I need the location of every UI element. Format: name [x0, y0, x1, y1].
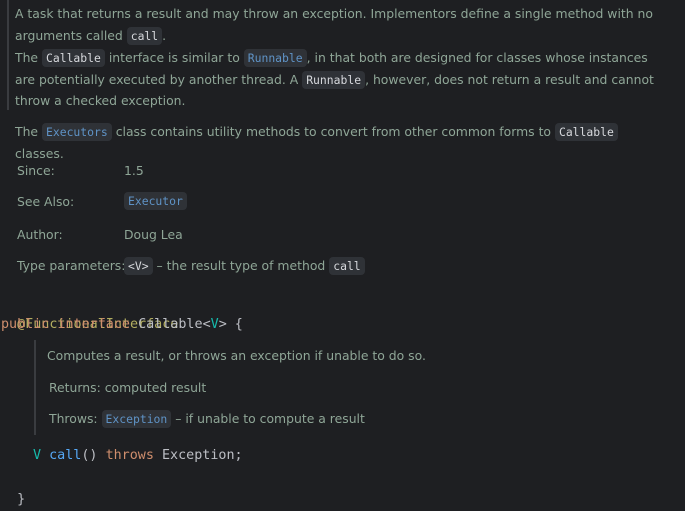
- code-chip-runnable: Runnable: [302, 70, 366, 89]
- code-method-declaration: V call() throws Exception;: [33, 448, 243, 463]
- code-interface-declaration: public interface Callable<V> {: [1, 317, 243, 332]
- link-executors[interactable]: Executors: [42, 123, 112, 141]
- link-runnable[interactable]: Runnable: [243, 49, 307, 67]
- throws-row: Throws: Exception – if unable to compute…: [49, 410, 365, 428]
- returns-row: Returns: computed result: [49, 380, 207, 395]
- link-exception[interactable]: Exception: [101, 410, 172, 428]
- code-chip-callable: Callable: [42, 49, 105, 67]
- doc-paragraph-2: The Callable interface is similar to Run…: [15, 49, 654, 108]
- method-name[interactable]: call: [49, 448, 81, 463]
- doc-paragraph-1: A task that returns a result and may thr…: [15, 6, 653, 45]
- code-chip-type-param: <V>: [124, 257, 153, 275]
- code-chip-callable-2: Callable: [554, 123, 618, 141]
- class-name[interactable]: Callable: [138, 317, 203, 332]
- link-executor[interactable]: Executor: [124, 192, 187, 210]
- inner-doc-gutter-line: [34, 340, 36, 435]
- doc-paragraph-3: The Executors class contains utility met…: [15, 121, 655, 164]
- code-chip-call-2: call: [329, 257, 365, 275]
- method-summary: Computes a result, or throws an exceptio…: [47, 348, 426, 363]
- doc-gutter-line: [7, 0, 9, 110]
- code-close-brace: }: [17, 492, 26, 507]
- code-chip-call: call: [126, 26, 163, 45]
